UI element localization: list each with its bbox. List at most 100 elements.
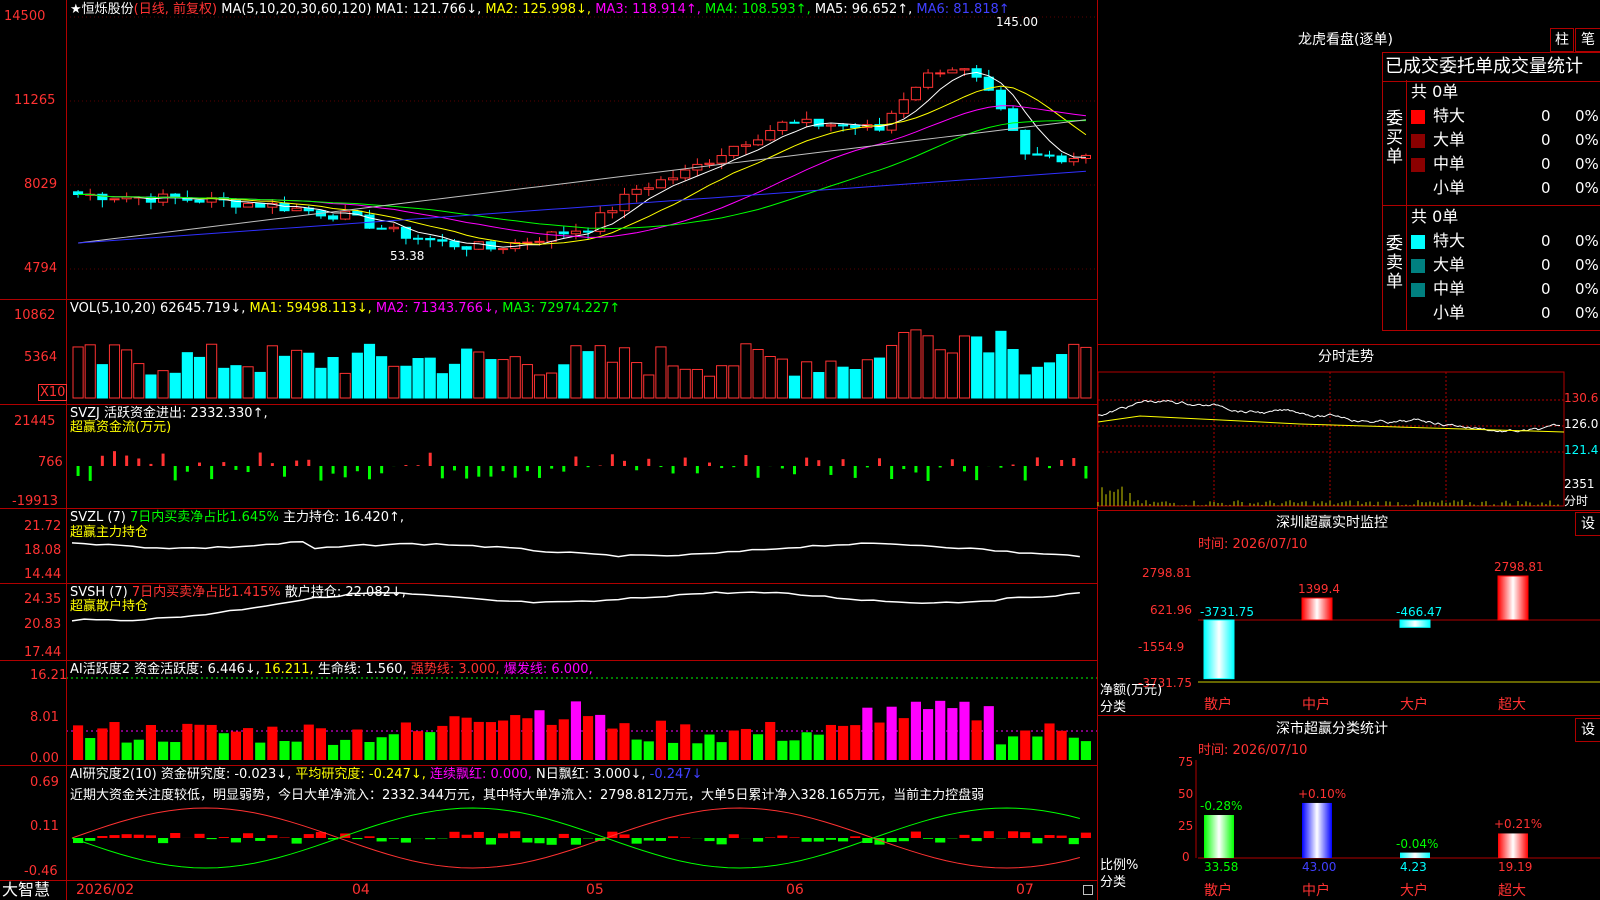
activity-bar	[315, 728, 326, 760]
chart-area[interactable]: ★恒烁股份(日线, 前复权) MA(5,10,20,30,60,120) MA1…	[0, 0, 1098, 900]
ai2-d5: -0.247↓	[649, 767, 703, 782]
divider	[1098, 510, 1600, 511]
activity-bar	[194, 724, 205, 760]
ai2-note: 近期大资金关注度较低，明显弱势，今日大单净流入：2332.344万元，其中特大单…	[70, 788, 985, 803]
svzl-desc2: 主力持仓: 16.420↑,	[282, 510, 404, 525]
activity-bar	[825, 724, 836, 760]
buy-row-value: 0	[1541, 155, 1551, 173]
sz-monitor-time: 时间: 2026/07/10	[1198, 537, 1308, 552]
research-bar	[971, 838, 982, 842]
sz-stat-category: 超大	[1498, 883, 1526, 899]
vol-axis-label: 10862	[14, 308, 56, 323]
chart-mode[interactable]: (日线, 前复权)	[134, 2, 217, 17]
lock-icon[interactable]	[1083, 885, 1093, 895]
volume-bar	[958, 335, 971, 399]
svzl-desc1: 7日内买卖净占比1.645%	[129, 510, 279, 525]
research-bar	[801, 838, 812, 842]
activity-bar	[971, 720, 982, 760]
sz-monitor-category: 中户	[1302, 697, 1330, 713]
volume-bar	[1031, 366, 1043, 399]
candle-body	[716, 155, 727, 164]
sell-row-name: 特大	[1433, 231, 1466, 250]
volume-bar	[1080, 346, 1092, 399]
research-bar	[376, 838, 387, 842]
candle-body	[473, 241, 484, 250]
price-axis-label: 8029	[24, 177, 58, 192]
activity-bar	[704, 734, 715, 760]
research-bar	[170, 833, 181, 838]
research-bar	[473, 831, 484, 838]
sz-stat-settings-button[interactable]: 设	[1575, 718, 1600, 742]
research-bar	[1020, 832, 1031, 838]
divider	[0, 508, 1098, 509]
research-bar	[97, 836, 108, 838]
volume-bar	[96, 364, 108, 399]
volume-bar	[388, 365, 400, 399]
research-bar	[680, 837, 691, 838]
volume-bar	[740, 343, 752, 399]
activity-bar	[740, 728, 751, 760]
volume-bar	[934, 349, 946, 399]
ai1-axis-label: 16.21	[30, 668, 68, 683]
research-bar	[279, 837, 290, 838]
activity-bar	[364, 742, 375, 760]
ma-line	[78, 170, 1086, 244]
candle-body	[825, 124, 836, 127]
research-bar	[1008, 831, 1019, 838]
column-toggle-button[interactable]: 柱	[1550, 28, 1574, 52]
sz-monitor-category: 散户	[1204, 697, 1232, 713]
candle-body	[886, 112, 897, 131]
activity-bar	[498, 720, 509, 760]
volume-bar	[448, 363, 461, 399]
sz-monitor-settings-button[interactable]: 设	[1575, 512, 1600, 536]
svsh-axis-label: 20.83	[24, 617, 62, 632]
stock-name: 恒烁股份	[81, 2, 134, 17]
research-bar	[753, 838, 764, 842]
volume-bar	[315, 367, 327, 399]
lhb-tabs[interactable]: 已成交委托单成交量统计	[1382, 52, 1600, 82]
research-bar	[898, 838, 909, 842]
ai2-axis-label: 0.69	[30, 775, 59, 790]
sz-monitor-bar-value: 1399.4	[1298, 582, 1340, 596]
vol-ma3: MA3: 72974.227↑	[502, 301, 621, 316]
research-bar	[959, 834, 970, 838]
vol-unit-badge[interactable]: X10	[38, 384, 68, 401]
volume-bar	[509, 356, 521, 399]
volume-bar	[703, 375, 716, 399]
price-axis-label: 11265	[14, 93, 56, 108]
ai2-axis-label: 0.11	[30, 819, 59, 834]
research-bar	[243, 833, 254, 838]
research-bar	[923, 838, 934, 839]
fenshi-title: 分时走势	[1318, 349, 1374, 365]
sell-swatch	[1411, 283, 1425, 297]
activity-bar	[1044, 723, 1055, 760]
activity-bar	[437, 725, 448, 760]
research-bar	[388, 838, 399, 839]
sell-row-value: 0	[1541, 280, 1551, 298]
candle-body	[959, 68, 970, 71]
activity-bar	[303, 724, 314, 760]
volume-bar	[886, 344, 898, 399]
activity-bar	[109, 722, 120, 760]
volume-bar	[752, 348, 764, 399]
tick-toggle-button[interactable]: 笔	[1575, 28, 1600, 52]
research-bar	[910, 831, 921, 838]
buy-row-percent: 0%	[1575, 179, 1599, 197]
activity-bar	[874, 722, 885, 760]
star-icon[interactable]: ★	[70, 2, 82, 17]
ma-line	[78, 120, 1086, 230]
volume-bar	[1056, 354, 1068, 399]
ma-line	[78, 71, 1086, 248]
ai2-d2: 平均研究度: -0.247↓,	[295, 767, 426, 782]
activity-bar	[328, 744, 339, 760]
ma3-value: MA3: 118.914↑,	[595, 2, 701, 17]
buy-swatch	[1411, 134, 1425, 148]
activity-bar	[388, 734, 399, 760]
sell-swatch	[1411, 259, 1425, 273]
research-bar	[813, 838, 824, 842]
research-bar	[255, 838, 266, 841]
research-bar	[158, 838, 169, 844]
volume-bar	[230, 365, 242, 399]
candle-body	[243, 202, 254, 208]
research-bar	[668, 836, 679, 838]
